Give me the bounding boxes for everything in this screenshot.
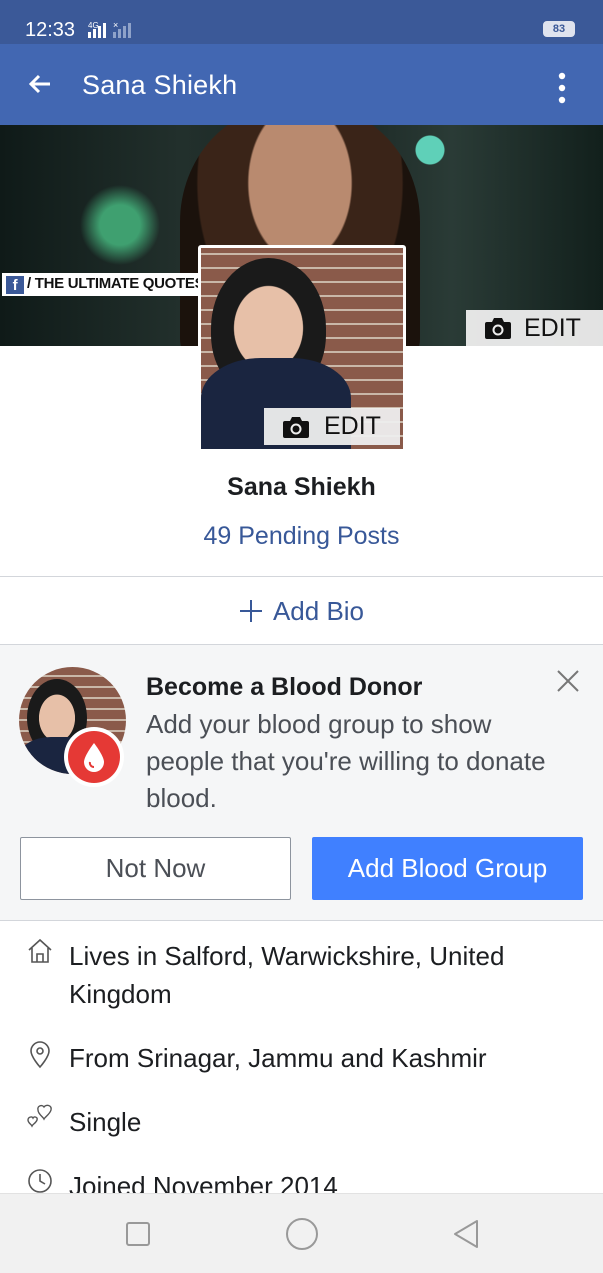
app-bar: Sana Shiekh — [0, 44, 603, 125]
blood-donor-card: Become a Blood Donor Add your blood grou… — [0, 645, 603, 920]
not-now-button[interactable]: Not Now — [20, 837, 291, 900]
intro-text: From Srinagar, Jammu and Kashmir — [69, 1043, 487, 1073]
edit-profile-label: EDIT — [324, 412, 381, 440]
add-blood-group-button[interactable]: Add Blood Group — [312, 837, 583, 900]
hearts-icon — [27, 1104, 52, 1128]
profile-name: Sana Shiekh — [227, 473, 376, 501]
edit-cover-button[interactable]: EDIT — [466, 310, 603, 346]
add-bio-label: Add Bio — [272, 595, 365, 626]
divider — [0, 576, 603, 577]
intro-list: Lives in Salford, Warwickshire, United K… — [0, 921, 603, 1193]
back-triangle-icon[interactable] — [452, 1218, 480, 1250]
blood-drop-icon — [84, 743, 104, 772]
plus-icon — [239, 600, 262, 622]
profile-picture[interactable]: EDIT — [198, 245, 406, 452]
intro-text: Lives in Salford, Warwickshire, United K… — [69, 941, 505, 1009]
signal-icon: 4G × — [88, 20, 131, 38]
edit-profile-picture-button[interactable]: EDIT — [264, 408, 400, 445]
pending-posts-link[interactable]: 49 Pending Posts — [0, 522, 603, 551]
intro-text: Joined November 2014 — [69, 1171, 338, 1193]
cover-watermark-text: / THE ULTIMATE QUOTES — [27, 275, 205, 292]
blood-donor-title: Become a Blood Donor — [146, 673, 423, 701]
clock-icon — [28, 1169, 52, 1193]
edit-cover-label: EDIT — [524, 313, 581, 342]
svg-text:×: × — [113, 20, 118, 30]
home-button-icon[interactable] — [286, 1218, 318, 1250]
camera-icon — [485, 318, 511, 339]
camera-icon — [283, 416, 309, 438]
intro-text: Single — [69, 1107, 142, 1137]
blood-donor-description: Add your blood group to show people that… — [146, 709, 546, 813]
svg-text:4G: 4G — [88, 21, 99, 30]
more-vertical-icon[interactable] — [552, 72, 572, 104]
battery-indicator: 83 — [543, 21, 575, 37]
home-icon — [28, 938, 52, 963]
blood-drop-badge — [64, 727, 124, 787]
status-time: 12:33 — [25, 19, 76, 41]
status-bar: 12:33 4G × 83 — [0, 0, 603, 44]
location-pin-icon — [30, 1041, 50, 1069]
close-icon[interactable] — [556, 669, 580, 693]
recent-apps-icon[interactable] — [126, 1222, 150, 1246]
arrow-left-icon[interactable] — [28, 72, 52, 96]
cover-watermark: f / THE ULTIMATE QUOTES — [2, 273, 209, 296]
facebook-logo-icon: f — [6, 276, 24, 294]
page-title: Sana Shiekh — [82, 70, 238, 100]
system-navigation-bar — [0, 1193, 603, 1273]
add-bio-button[interactable]: Add Bio — [0, 578, 603, 644]
